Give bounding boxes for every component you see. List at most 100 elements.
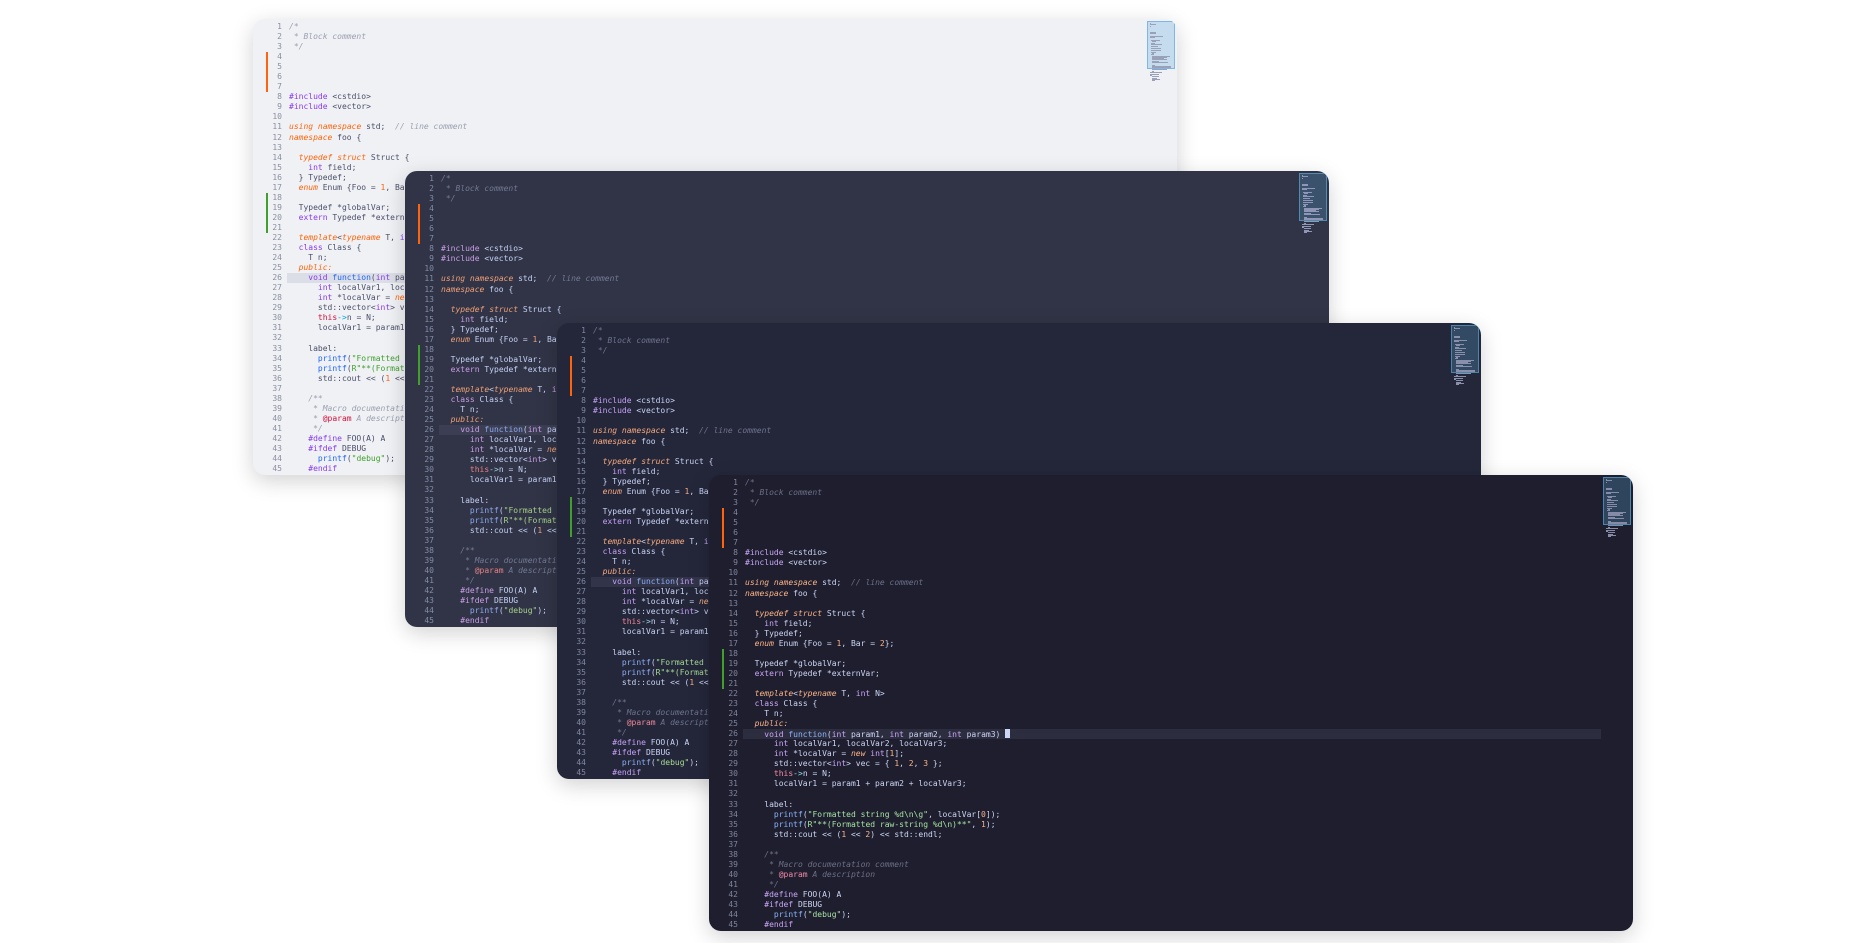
code-token: int (889, 730, 904, 740)
line-number: 30 (728, 769, 738, 779)
minimap-line (1606, 481, 1608, 483)
line-number: 38 (424, 545, 434, 555)
line-number: 43 (272, 443, 282, 453)
code-token: } Typedef; (289, 172, 347, 182)
code-token: using (745, 578, 770, 588)
code-token: enum (450, 334, 470, 344)
minimap[interactable] (1147, 21, 1175, 82)
code-token: DEBUG (793, 899, 823, 909)
minimap-line (1455, 384, 1460, 386)
line-number: 3 (581, 346, 586, 356)
code-token: std; (665, 426, 699, 436)
code-token: printf (469, 606, 499, 616)
code-token: Class { (322, 243, 362, 253)
line-number: 4 (429, 204, 434, 214)
code-token: template (298, 232, 338, 242)
line-number: 25 (576, 567, 586, 577)
code-token: std::vector< (593, 607, 680, 617)
code-token: public: (754, 719, 789, 729)
line-number: 42 (728, 889, 738, 899)
line-number: 38 (576, 697, 586, 707)
code-line: #include <cstdio> (591, 396, 1449, 406)
code-token: , (971, 819, 982, 829)
code-token: field; (322, 162, 357, 172)
code-token: field; (778, 618, 813, 628)
code-line: printf(R"**(Formatted raw-string %d\n)**… (743, 820, 1601, 830)
code-token: n = N; (802, 769, 832, 779)
code-token: T n; (745, 709, 784, 719)
code-line: using namespace std; // line comment (743, 578, 1601, 588)
code-token: int (375, 303, 391, 313)
line-number: 41 (272, 423, 282, 433)
code-area[interactable]: /* * Block comment */#include <cstdio> #i… (743, 478, 1601, 930)
code-token: label: (441, 495, 490, 505)
code-token: #ifdef (764, 899, 794, 909)
code-token: using (441, 274, 466, 284)
minimap[interactable] (1299, 173, 1327, 234)
code-token: /* (745, 478, 755, 487)
minimap-line (1150, 43, 1162, 45)
code-token: public: (298, 263, 333, 273)
code-token: printf (621, 657, 651, 667)
code-token: ); (985, 819, 996, 829)
line-number: 33 (576, 647, 586, 657)
code-token: foo { (484, 284, 514, 294)
code-token: Class { (778, 699, 818, 709)
line-number: 21 (728, 678, 738, 688)
line-number: 32 (728, 789, 738, 799)
line-number: 28 (576, 597, 586, 607)
minimap[interactable] (1451, 325, 1479, 386)
code-line: */ (287, 42, 1145, 52)
code-token: */ (289, 423, 323, 433)
code-token: -> (641, 617, 651, 627)
code-token: foo { (332, 132, 362, 142)
code-token: label: (593, 647, 642, 657)
added-lines-marker (266, 192, 268, 234)
added-lines-marker (570, 496, 572, 538)
code-token: int (679, 577, 695, 587)
code-token: * Block comment (593, 336, 671, 346)
code-token: int (831, 759, 847, 769)
minimap[interactable] (1603, 477, 1631, 538)
code-line: namespace foo { (591, 437, 1449, 447)
line-number: 43 (424, 595, 434, 605)
code-line: printf("Formatted string %d\n\g", localV… (743, 810, 1601, 820)
code-token: namespace (441, 284, 485, 294)
line-number: 9 (581, 406, 586, 416)
code-token: ) << std::endl; (870, 829, 943, 839)
code-token: this (773, 769, 794, 779)
code-token: @param (626, 717, 656, 727)
line-number: 14 (424, 304, 434, 314)
code-token: * Block comment (745, 488, 823, 498)
line-number: 13 (424, 294, 434, 304)
code-token: int (527, 425, 543, 435)
line-number: 23 (576, 547, 586, 557)
minimap-line (1456, 366, 1473, 367)
line-number: 21 (272, 222, 282, 232)
line-number: 18 (424, 344, 434, 354)
line-number: 3 (277, 42, 282, 52)
line-number: 8 (581, 396, 586, 406)
code-line: typedef struct Struct { (287, 153, 1145, 163)
code-token: Typedef *externVar; (783, 668, 880, 678)
line-number: 36 (272, 373, 282, 383)
